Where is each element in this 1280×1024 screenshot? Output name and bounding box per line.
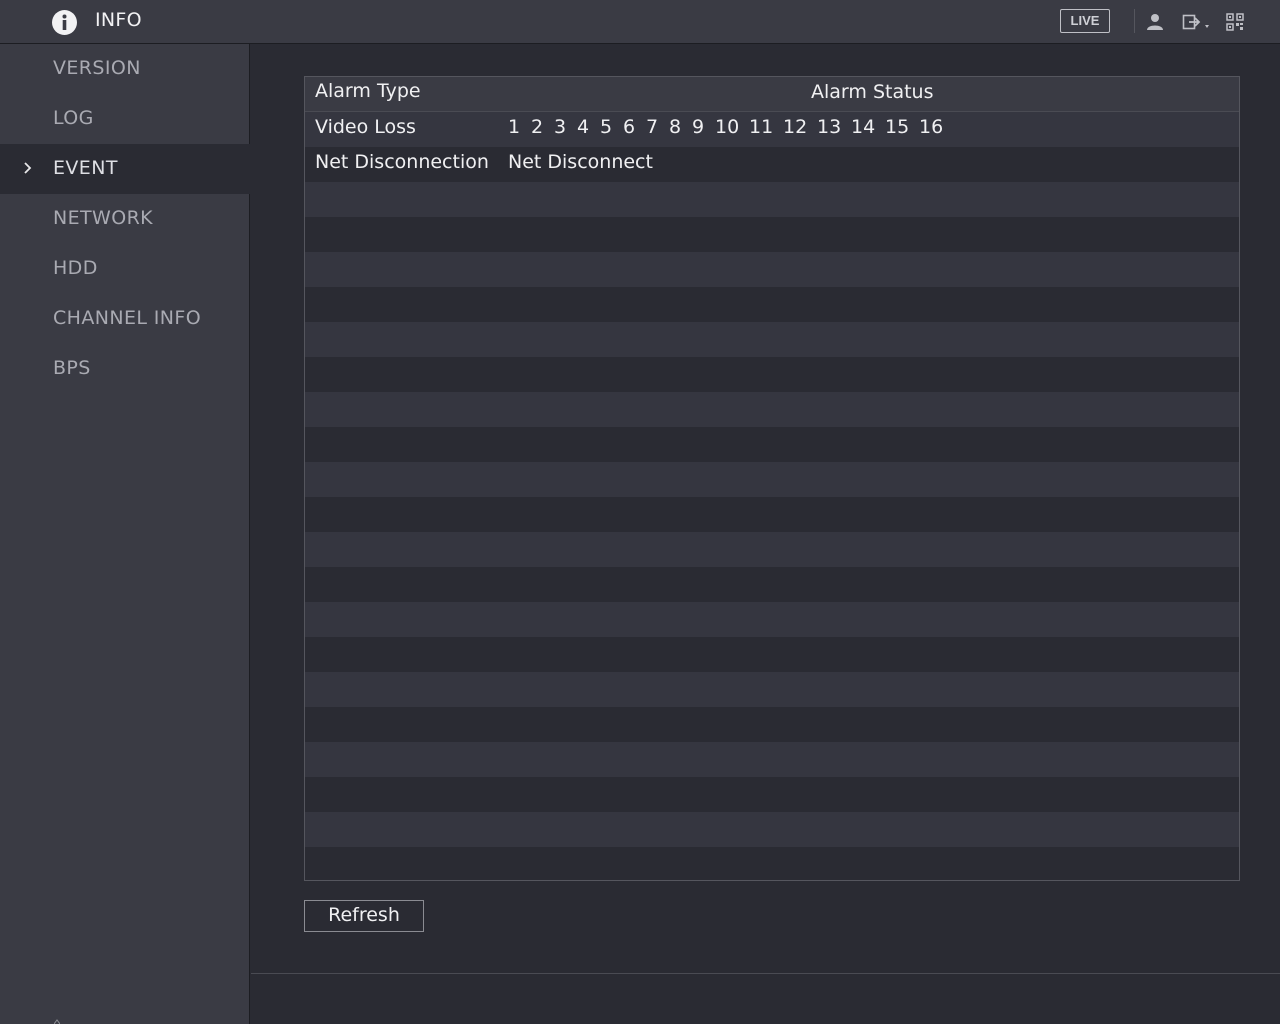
info-icon [52,10,77,35]
footer-bar [251,973,1280,1024]
sidebar-item-label: BPS [53,357,91,379]
table-row [305,392,1239,427]
table-row [305,182,1239,217]
table-row [305,847,1239,880]
toolbar-divider [1134,9,1135,33]
table-row [305,742,1239,777]
table-header: Alarm Type Alarm Status [305,77,1239,112]
user-icon[interactable] [1146,12,1164,32]
alarm-status-table: Alarm Type Alarm Status Video Loss 1 2 3 4 5 6… [304,76,1240,881]
table-row [305,357,1239,392]
table-row [305,777,1239,812]
table-row [305,497,1239,532]
channel-number: 13 [817,116,842,138]
sidebar-item-label: NETWORK [53,207,154,229]
page-title: INFO [95,9,142,31]
channel-number: 3 [554,116,567,138]
table-row [305,602,1239,637]
sidebar-item-label: CHANNEL INFO [53,307,202,329]
sidebar: VERSION LOG EVENT NETWORK HDD CHANNEL IN… [0,44,250,1024]
column-header-alarm-status: Alarm Status [811,81,934,103]
sidebar-item-label: LOG [53,107,94,129]
table-row [305,252,1239,287]
scroll-caret-icon [54,1019,60,1024]
sidebar-item-label: HDD [53,257,98,279]
top-bar: INFO LIVE [0,0,1280,44]
table-row [305,812,1239,847]
channel-number: 2 [531,116,544,138]
table-row: Net Disconnection Net Disconnect [305,147,1239,182]
channel-number: 16 [919,116,944,138]
channel-number: 6 [623,116,636,138]
table-row [305,427,1239,462]
channel-number: 12 [783,116,808,138]
sidebar-item-version[interactable]: VERSION [0,44,250,94]
table-row: Video Loss 1 2 3 4 5 6 7 8 9 10 11 12 13 14 15 16 [305,112,1239,147]
channel-number: 8 [669,116,682,138]
sidebar-item-bps[interactable]: BPS [0,344,250,394]
sidebar-item-event[interactable]: EVENT [0,144,250,194]
channel-number: 11 [749,116,774,138]
qr-code-icon[interactable] [1226,12,1244,32]
table-row [305,567,1239,602]
channel-number: 1 [508,116,521,138]
logout-icon[interactable] [1182,12,1214,32]
column-header-alarm-type: Alarm Type [315,80,421,102]
sidebar-item-channel-info[interactable]: CHANNEL INFO [0,294,250,344]
channel-number: 7 [646,116,659,138]
table-row [305,287,1239,322]
alarm-type-cell: Net Disconnection [315,151,489,173]
table-row [305,217,1239,252]
live-button[interactable]: LIVE [1060,9,1110,33]
channel-number: 4 [577,116,590,138]
channel-number: 9 [692,116,705,138]
sidebar-item-network[interactable]: NETWORK [0,194,250,244]
channel-number: 5 [600,116,613,138]
table-row [305,532,1239,567]
channel-number: 10 [715,116,740,138]
table-row [305,462,1239,497]
table-row [305,672,1239,707]
table-row [305,637,1239,672]
alarm-type-cell: Video Loss [315,116,416,138]
table-row [305,707,1239,742]
refresh-button[interactable]: Refresh [304,900,424,932]
channel-number: 15 [885,116,910,138]
sidebar-item-log[interactable]: LOG [0,94,250,144]
table-row [305,322,1239,357]
sidebar-item-label: EVENT [53,157,118,179]
alarm-status-cell: Net Disconnect [508,151,653,173]
sidebar-item-hdd[interactable]: HDD [0,244,250,294]
sidebar-item-label: VERSION [53,57,141,79]
chevron-right-icon [24,162,32,174]
channel-number: 14 [851,116,876,138]
